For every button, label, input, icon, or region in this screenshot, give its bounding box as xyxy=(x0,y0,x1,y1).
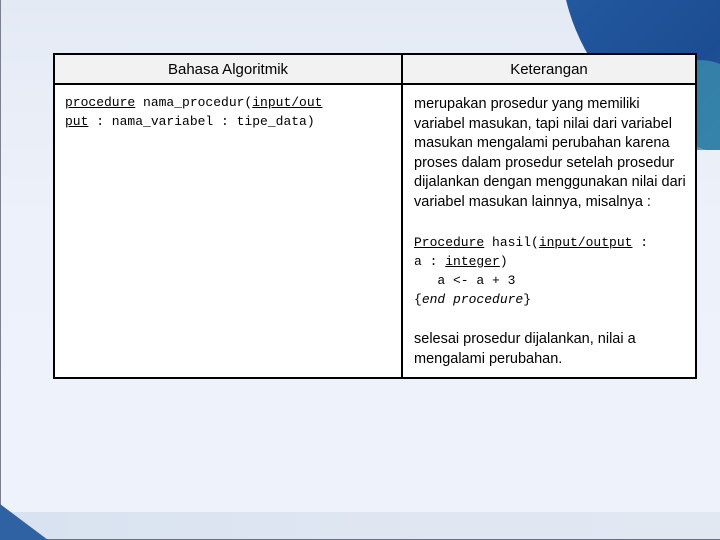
keyword-input-output-part2: put xyxy=(65,114,89,129)
example-code: Procedure hasil(input/output : a : integ… xyxy=(414,233,691,309)
algorithm-cell: procedure nama_procedur(input/out put : … xyxy=(53,83,403,379)
header-keterangan: Keterangan xyxy=(401,53,697,85)
example-brace-close: } xyxy=(523,292,532,307)
example-param-a: a : xyxy=(414,254,446,269)
example-brace-open: { xyxy=(414,292,422,307)
example-name: hasil( xyxy=(484,235,539,250)
example-close-paren: ) xyxy=(499,254,508,269)
example-assignment: a <- a + 3 xyxy=(414,273,516,288)
table-row: procedure nama_procedur(input/out put : … xyxy=(53,83,697,379)
description-conclusion: selesai prosedur dijalankan, nilai a men… xyxy=(414,331,636,367)
decorative-corner-bottom-left xyxy=(0,504,48,540)
keyword-procedure: procedure xyxy=(65,95,136,110)
example-colon: : xyxy=(632,235,649,250)
procedure-name: nama_procedur( xyxy=(135,95,253,110)
example-keyword-integer: integer xyxy=(445,254,500,269)
description-intro: merupakan prosedur yang memiliki variabe… xyxy=(414,96,686,210)
header-bahasa-algoritmik: Bahasa Algoritmik xyxy=(53,53,403,85)
keyword-input-output-part1: input/out xyxy=(252,95,323,110)
description-cell: merupakan prosedur yang memiliki variabe… xyxy=(401,83,697,379)
example-end-procedure: end procedure xyxy=(421,292,524,307)
example-keyword-procedure: Procedure xyxy=(414,235,485,250)
parameter-declaration: : nama_variabel : tipe_data) xyxy=(88,114,315,129)
procedure-table: Bahasa Algoritmik Keterangan procedure n… xyxy=(53,53,697,379)
slide-frame-edge xyxy=(0,0,1,540)
table-header-row: Bahasa Algoritmik Keterangan xyxy=(53,53,697,85)
example-keyword-input-output: input/output xyxy=(538,235,633,250)
procedure-signature: procedure nama_procedur(input/out put : … xyxy=(65,93,391,131)
decorative-bottom-band xyxy=(0,512,720,540)
